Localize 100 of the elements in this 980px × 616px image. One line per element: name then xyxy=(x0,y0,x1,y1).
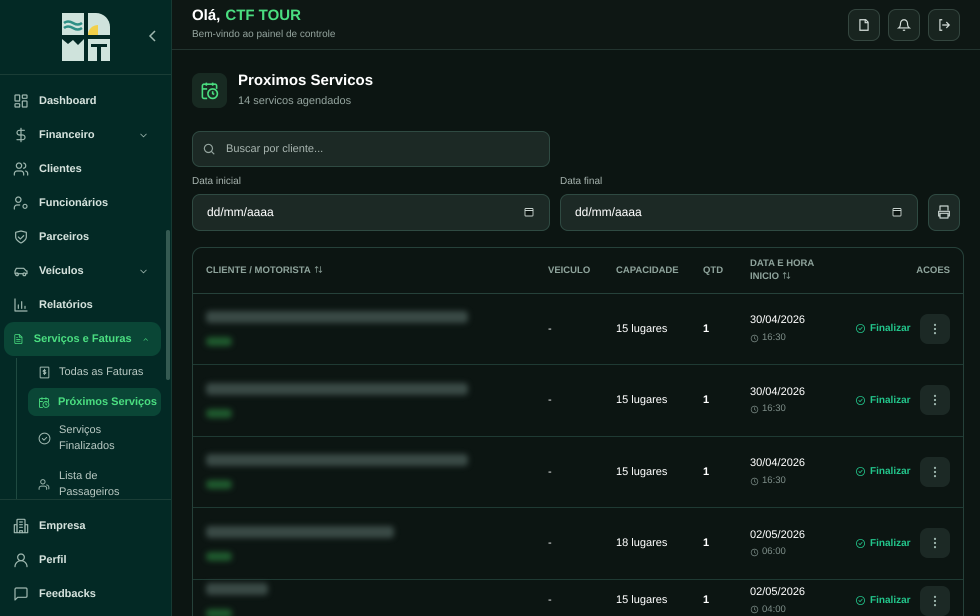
date-text: 02/05/2026 xyxy=(750,585,806,600)
time-text: 16:30 xyxy=(762,330,786,345)
finalize-button[interactable]: Finalizar xyxy=(855,464,911,480)
collapse-chevron-icon[interactable] xyxy=(148,30,158,42)
sidebar-item[interactable]: Relatórios xyxy=(4,288,161,322)
greeting: Olá, xyxy=(192,7,220,25)
logout-icon xyxy=(937,18,951,32)
sidebar-item[interactable]: Funcionários xyxy=(4,186,161,220)
print-button[interactable] xyxy=(928,194,960,230)
table-cell-text: 15 lugares xyxy=(616,464,668,480)
column-header[interactable]: QTD xyxy=(703,264,724,276)
sidebar-item[interactable]: Parceiros xyxy=(4,220,161,254)
more-options-button[interactable] xyxy=(920,314,950,344)
clock-icon xyxy=(750,548,759,557)
clock-icon xyxy=(750,476,759,486)
invoice-icon xyxy=(38,366,51,378)
sort-icon xyxy=(314,264,323,274)
company-name: CTF TOUR xyxy=(225,7,301,25)
header-subtitle: Bem-vindo ao painel de controle xyxy=(192,28,336,42)
sidebar-item[interactable]: Dashboard xyxy=(4,84,161,118)
field-label: Data final xyxy=(560,174,604,188)
page-subtitle: 14 servicos agendados xyxy=(238,94,352,109)
date-text: 30/04/2026 xyxy=(750,456,806,472)
date-field[interactable]: dd/mm/aaaa xyxy=(192,194,550,230)
redacted-badge xyxy=(206,408,232,418)
column-header[interactable]: DATA E HORA INICIO xyxy=(750,257,830,283)
table-cell-text: 15 lugares xyxy=(616,393,668,408)
sidebar-item[interactable]: Veículos xyxy=(4,254,161,288)
time-text: 16:30 xyxy=(762,474,786,488)
table-cell-text: 18 lugares xyxy=(616,536,668,551)
time-text: 06:00 xyxy=(762,545,786,560)
field-label: Data inicial xyxy=(192,174,242,188)
redacted-badge xyxy=(206,480,232,490)
table-cell-text: 1 xyxy=(703,464,710,480)
logo-icon xyxy=(62,13,110,61)
printer-icon xyxy=(936,204,952,220)
document-icon xyxy=(857,18,871,32)
calendar-clock-icon xyxy=(200,80,219,100)
document-button[interactable] xyxy=(848,8,880,40)
date-field[interactable]: dd/mm/aaaa xyxy=(560,194,918,230)
more-options-button[interactable] xyxy=(920,385,950,416)
building-icon xyxy=(13,518,29,534)
sidebar-item[interactable]: Financeiro xyxy=(4,118,161,152)
sidebar-item[interactable]: Empresa xyxy=(4,509,167,543)
finalize-button[interactable]: Finalizar xyxy=(855,593,911,608)
check-circle-icon xyxy=(855,323,866,334)
sort-icon xyxy=(782,271,792,280)
table-cell-text: - xyxy=(548,593,553,608)
sidebar-item[interactable]: Perfil xyxy=(4,543,167,577)
users-icon xyxy=(38,478,51,490)
users-icon xyxy=(13,161,29,177)
redacted-badge xyxy=(206,337,232,346)
finalize-button[interactable]: Finalizar xyxy=(855,392,911,408)
page-title: Proximos Servicos xyxy=(238,71,374,91)
submenu-item[interactable]: Todas as Faturas xyxy=(28,358,161,386)
table-cell-text: - xyxy=(548,322,553,336)
date-text: 30/04/2026 xyxy=(750,313,806,328)
column-header[interactable]: VEICULO xyxy=(548,264,590,276)
column-header[interactable]: CAPACIDADE xyxy=(616,264,679,276)
finalize-button[interactable]: Finalizar xyxy=(855,536,911,551)
date-text: 30/04/2026 xyxy=(750,384,806,400)
sidebar-item[interactable]: Clientes xyxy=(4,152,161,186)
check-circle-icon xyxy=(38,432,51,444)
time-text: 04:00 xyxy=(762,602,786,616)
date-text: 02/05/2026 xyxy=(750,528,806,543)
sidebar-item[interactable]: Feedbacks xyxy=(4,577,167,611)
logout-button[interactable] xyxy=(928,8,960,40)
column-header[interactable]: CLIENTE / MOTORISTA xyxy=(206,264,323,276)
search-field[interactable]: Buscar por cliente... xyxy=(192,130,550,166)
notification-button[interactable] xyxy=(888,8,920,40)
search-icon xyxy=(202,142,216,156)
calendar-clock-icon xyxy=(38,396,50,408)
bell-icon xyxy=(897,18,911,32)
time-text: 16:30 xyxy=(762,402,786,416)
more-options-button[interactable] xyxy=(920,528,950,558)
table-cell-text: 1 xyxy=(703,393,710,408)
clock-icon xyxy=(750,334,759,342)
user-icon xyxy=(13,552,29,568)
redacted-badge xyxy=(206,552,232,561)
table-cell-text: - xyxy=(548,464,553,480)
table-cell-text: 1 xyxy=(703,322,710,336)
table-cell-text: 1 xyxy=(703,536,710,551)
table-cell-text: 15 lugares xyxy=(616,322,668,336)
dashboard-grid-icon xyxy=(13,93,29,109)
scrollbar[interactable] xyxy=(166,230,170,380)
redacted-text xyxy=(206,583,268,595)
submenu-item[interactable]: Lista de Passageiros xyxy=(28,464,161,499)
check-circle-icon xyxy=(855,394,866,406)
submenu-item[interactable]: Serviços Finalizados xyxy=(28,418,161,458)
clock-icon xyxy=(750,605,759,614)
submenu-item[interactable]: Próximos Serviços xyxy=(28,388,161,416)
more-options-button[interactable] xyxy=(920,456,950,487)
finalize-button[interactable]: Finalizar xyxy=(855,321,911,336)
calendar-icon xyxy=(891,206,903,218)
table-cell-text: - xyxy=(548,536,553,551)
sidebar-item[interactable]: Serviços e Faturas xyxy=(4,322,161,356)
column-header[interactable]: ACOES xyxy=(916,264,950,276)
check-circle-icon xyxy=(855,595,866,606)
more-options-button[interactable] xyxy=(920,586,950,616)
document-icon xyxy=(13,331,24,347)
